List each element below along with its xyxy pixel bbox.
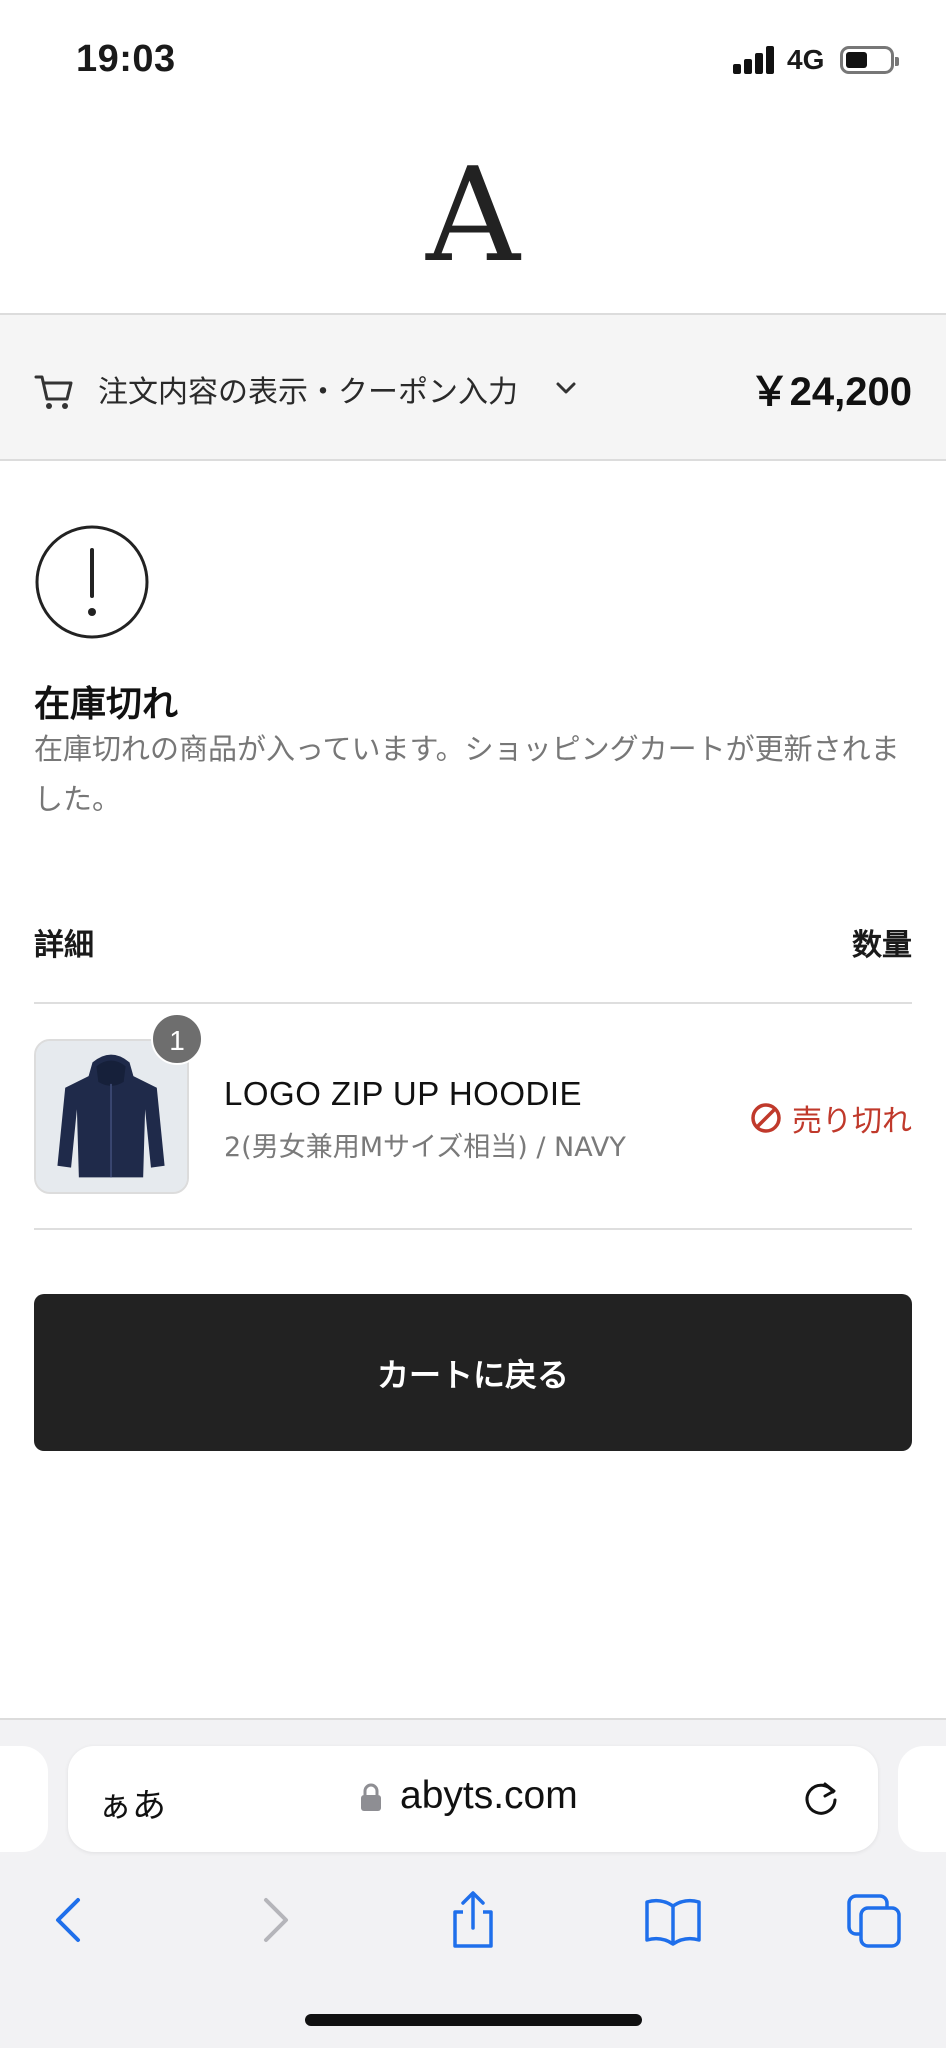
lock-icon (361, 1783, 381, 1811)
signal-icon (733, 46, 777, 74)
network-type: 4G (787, 44, 825, 75)
order-summary-label: 注文内容の表示・クーポン入力 (98, 375, 518, 410)
sold-out-label: 売り切れ (792, 1104, 912, 1139)
cart-icon (34, 375, 73, 409)
divider (34, 1002, 912, 1004)
prohibited-icon (751, 1103, 781, 1133)
reload-icon[interactable] (800, 1778, 842, 1820)
page-settings-button[interactable]: ぁあ (98, 1778, 166, 1827)
next-tab-card[interactable] (898, 1746, 946, 1852)
quantity-badge: 1 (151, 1013, 203, 1065)
sold-out-status: 売り切れ (750, 1096, 912, 1140)
tabs-icon[interactable] (845, 1890, 905, 1950)
browser-toolbar (0, 1870, 946, 1980)
battery-icon (840, 46, 899, 74)
back-to-cart-button[interactable]: カートに戻る (34, 1294, 912, 1451)
navy-hoodie-image (36, 1041, 187, 1192)
forward-icon[interactable] (244, 1890, 304, 1950)
chevron-down-icon (556, 382, 576, 394)
order-summary-toggle[interactable]: 注文内容の表示・クーポン入力 ￥24,200 (0, 313, 946, 461)
column-header-detail: 詳細 (34, 928, 94, 963)
column-header-quantity: 数量 (852, 928, 912, 963)
site-logo[interactable]: A (0, 140, 946, 290)
browser-chrome: ぁあ abyts.com (0, 1718, 946, 2048)
previous-tab-card[interactable] (0, 1746, 48, 1852)
divider (34, 1228, 912, 1230)
status-bar: 19:03 4G (0, 0, 946, 120)
home-indicator[interactable] (305, 2014, 642, 2026)
url-text[interactable]: abyts.com (400, 1774, 578, 1818)
status-time: 19:03 (76, 38, 176, 80)
notice-message: 在庫切れの商品が入っています。ショッピングカートが更新されました。 (34, 732, 900, 816)
share-icon[interactable] (443, 1890, 503, 1950)
notice-title: 在庫切れ (34, 684, 179, 725)
order-total: ￥24,200 (749, 370, 912, 414)
item-name: LOGO ZIP UP HOODIE (224, 1075, 583, 1112)
exclamation-circle-icon (35, 525, 149, 639)
address-bar[interactable]: ぁあ abyts.com (68, 1746, 878, 1852)
bookmarks-icon[interactable] (643, 1890, 703, 1950)
item-variant: 2(男女兼用Mサイズ相当) / NAVY (224, 1132, 626, 1163)
back-icon[interactable] (40, 1890, 100, 1950)
